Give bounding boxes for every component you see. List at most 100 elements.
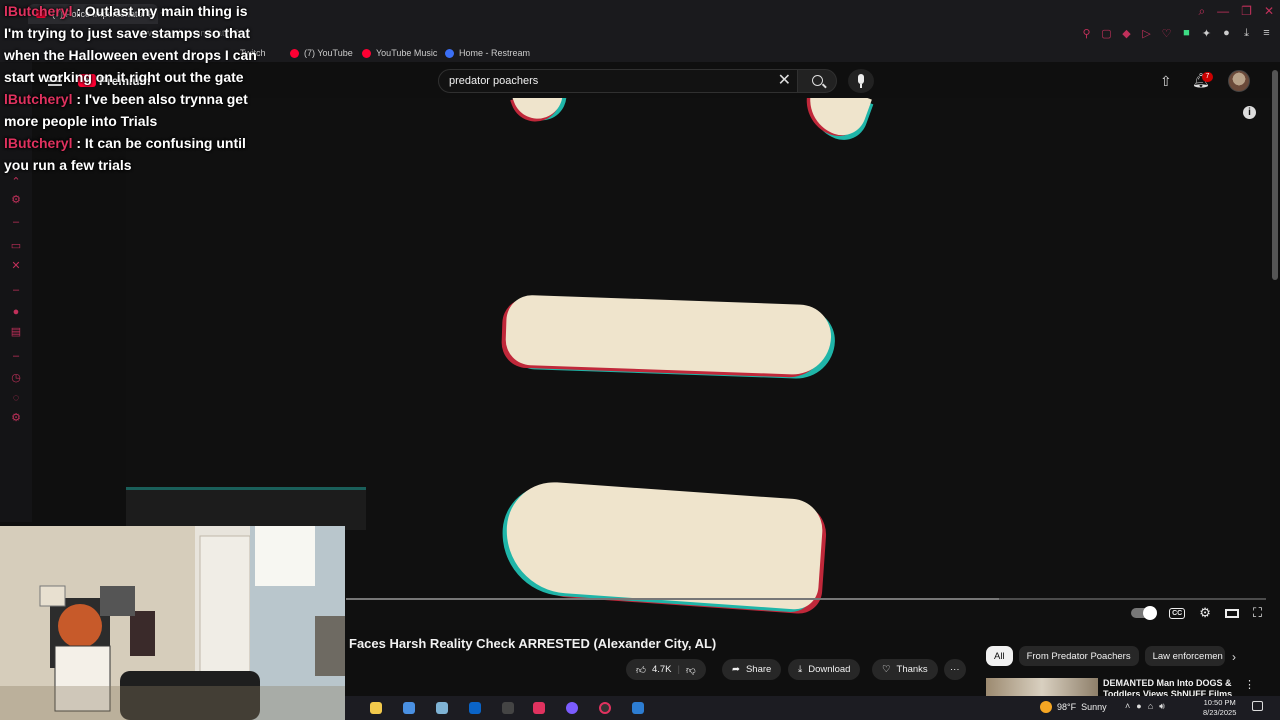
- x-icon[interactable]: ✕: [10, 260, 22, 272]
- clear-search-icon[interactable]: ✕: [778, 72, 791, 90]
- chip-from-channel[interactable]: From Predator Poachers: [1018, 646, 1139, 666]
- video-frame-shape: [502, 479, 825, 611]
- chat-message: lButcheryl : Outlast my main thing is I'…: [4, 3, 257, 85]
- video-progress-bar[interactable]: [346, 598, 1266, 600]
- play-icon[interactable]: ▷: [1141, 27, 1152, 40]
- history-icon[interactable]: ◷: [10, 372, 22, 384]
- recommendation-title[interactable]: DEMANTED Man Into DOGS & Toddlers Views …: [1103, 678, 1233, 696]
- share-icon: ➦: [732, 664, 740, 675]
- sidebar-divider-icon: –: [12, 216, 20, 228]
- video-title: Faces Harsh Reality Check ARRESTED (Alex…: [349, 636, 717, 651]
- outlook-icon[interactable]: [469, 702, 481, 714]
- chat-username: lButcheryl: [4, 3, 73, 19]
- download-label: Download: [808, 664, 851, 675]
- webcam-overlay: [0, 526, 345, 720]
- twitch-icon[interactable]: ▭: [10, 240, 22, 252]
- avatar[interactable]: [1228, 70, 1250, 92]
- stream-chat-overlay: lButcheryl : Outlast my main thing is I'…: [4, 0, 264, 176]
- thumbs-up-icon: 👍︎: [636, 664, 646, 676]
- sidebar-wallet-icon[interactable]: ▤: [10, 326, 22, 338]
- search-query-text: predator poachers: [449, 75, 539, 87]
- notification-count-badge: 7: [1202, 72, 1213, 82]
- restore-button[interactable]: ❐: [1241, 4, 1252, 19]
- file-explorer-icon[interactable]: [370, 702, 382, 714]
- pocket-icon[interactable]: ◆: [1121, 27, 1132, 40]
- monitor-icon[interactable]: [632, 702, 644, 714]
- fullscreen-icon[interactable]: ⛶: [1253, 605, 1262, 621]
- discord-icon[interactable]: [566, 702, 578, 714]
- theater-mode-button[interactable]: [1224, 608, 1239, 618]
- sidebar-app-icon[interactable]: ⌃: [10, 176, 22, 188]
- more-icon: ···: [950, 664, 960, 675]
- chat-bubble-icon[interactable]: ◌: [10, 392, 22, 404]
- editor-icon[interactable]: [502, 702, 514, 714]
- related-chip-bar: All From Predator Poachers Law enforceme…: [986, 646, 1225, 667]
- kebab-menu-icon[interactable]: ⋮: [1244, 678, 1255, 691]
- clock-time: 10:50 PM: [1203, 698, 1236, 707]
- thumbs-down-icon[interactable]: 👎︎: [686, 664, 696, 676]
- puzzle-icon[interactable]: ✦: [1201, 27, 1212, 40]
- page-scrollbar[interactable]: [1272, 70, 1278, 280]
- chat-username: lButcheryl: [4, 135, 73, 151]
- chevron-right-icon[interactable]: ›: [1232, 650, 1236, 664]
- close-window-button[interactable]: ✕: [1264, 4, 1274, 19]
- profile-icon[interactable]: ●: [1221, 27, 1232, 40]
- store-icon[interactable]: [403, 702, 415, 714]
- thanks-label: Thanks: [896, 664, 928, 675]
- share-button[interactable]: ➦ Share: [722, 659, 782, 680]
- sidebar-divider-icon: –: [12, 350, 20, 362]
- extension-green-icon[interactable]: ■: [1181, 27, 1192, 40]
- system-tray: ˄ ● ⌂ 🔊︎: [1125, 701, 1165, 712]
- sidebar-toggle-icon[interactable]: ▢: [1101, 27, 1112, 40]
- autoplay-toggle[interactable]: [1131, 606, 1158, 620]
- captions-button[interactable]: CC: [1169, 607, 1186, 619]
- bookmark-youtube-music[interactable]: YouTube Music: [362, 48, 437, 58]
- menu-icon[interactable]: ≡: [1261, 27, 1272, 40]
- thanks-icon: ♡: [882, 664, 891, 675]
- search-tabs-icon[interactable]: ⌕: [1198, 4, 1205, 19]
- like-button[interactable]: 👍︎ 4.7K | 👎︎: [626, 659, 706, 680]
- sidebar-record-icon[interactable]: ●: [10, 306, 22, 318]
- extension-toolbar: ⚲ ▢ ◆ ▷ ♡ ■ ✦ ● ⤓ ≡: [1081, 27, 1272, 40]
- bookmark-icon[interactable]: ⚲: [1081, 27, 1092, 40]
- minimize-button[interactable]: —: [1217, 4, 1229, 19]
- clock-date: 8/23/2025: [1203, 708, 1237, 717]
- network-icon[interactable]: ⌂: [1148, 701, 1153, 712]
- video-frame-shape: [126, 490, 366, 530]
- more-actions-button[interactable]: ···: [944, 659, 966, 680]
- thanks-button[interactable]: ♡ Thanks: [872, 659, 938, 680]
- download-button[interactable]: ⤓ Download: [788, 659, 861, 680]
- heart-icon[interactable]: ♡: [1161, 27, 1172, 40]
- system-clock[interactable]: 10:50 PM 8/23/2025: [1203, 698, 1236, 718]
- bookmark-restream[interactable]: Home - Restream: [445, 48, 530, 58]
- downloads-icon[interactable]: ⤓: [1241, 27, 1252, 40]
- search-button[interactable]: [797, 69, 837, 93]
- settings-gear-icon[interactable]: ⚙: [1199, 605, 1211, 621]
- chevron-up-icon[interactable]: ˄: [1125, 701, 1130, 712]
- sidebar-settings-icon[interactable]: ⚙: [10, 194, 22, 206]
- video-frame-shape: [800, 98, 872, 142]
- bookmark-label: Home - Restream: [459, 48, 531, 58]
- sidebar-gear-icon[interactable]: ⚙: [10, 412, 22, 424]
- obs-icon[interactable]: [599, 702, 611, 714]
- search-input[interactable]: predator poachers ✕: [438, 69, 798, 93]
- player-controls: CC ⚙ ⛶: [1131, 605, 1262, 621]
- app-icon[interactable]: [436, 702, 448, 714]
- weather-widget[interactable]: 98°F Sunny: [1040, 701, 1107, 713]
- info-icon[interactable]: i: [1243, 106, 1256, 119]
- chat-message: lButcheryl : It can be confusing until y…: [4, 135, 246, 173]
- chip-all[interactable]: All: [986, 646, 1013, 666]
- sun-icon: [1040, 701, 1052, 713]
- chip-law-enforcement[interactable]: Law enforcemen: [1144, 646, 1225, 666]
- volume-icon[interactable]: 🔊︎: [1159, 701, 1165, 712]
- recommendation-thumbnail[interactable]: [986, 678, 1098, 696]
- browser-taskbar-icon[interactable]: [533, 702, 545, 714]
- voice-search-button[interactable]: [848, 69, 874, 93]
- notification-center-icon[interactable]: [1252, 701, 1263, 711]
- share-label: Share: [745, 664, 772, 675]
- mic-icon[interactable]: ●: [1136, 701, 1141, 712]
- bookmark-youtube[interactable]: (7) YouTube: [290, 48, 353, 58]
- youtube-music-icon: [362, 48, 371, 58]
- upload-icon[interactable]: ⇧: [1160, 73, 1172, 90]
- chat-message: lButcheryl : I've been also trynna get m…: [4, 91, 248, 129]
